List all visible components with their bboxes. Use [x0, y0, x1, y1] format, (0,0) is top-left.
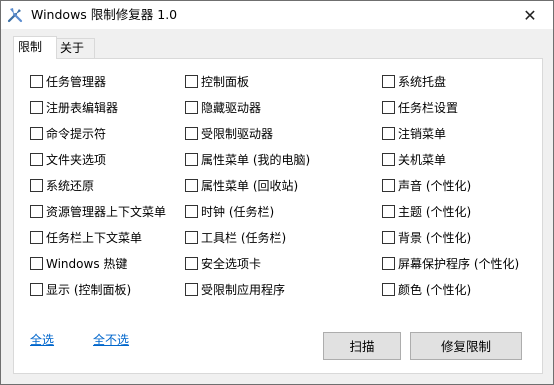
- restriction-checkbox[interactable]: 主题 (个性化): [382, 203, 471, 219]
- restriction-checkbox[interactable]: 注销菜单: [382, 125, 446, 141]
- checkbox-label: 系统托盘: [398, 74, 447, 89]
- restriction-checkbox[interactable]: 屏幕保护程序 (个性化): [382, 255, 519, 271]
- checkbox-box[interactable]: [30, 256, 43, 270]
- restriction-checkbox[interactable]: 工具栏 (任务栏): [185, 229, 286, 245]
- checkbox-label: 属性菜单 (回收站): [201, 178, 299, 193]
- checkbox-label: 任务栏设置: [398, 100, 459, 115]
- checkbox-box[interactable]: [30, 204, 43, 218]
- restriction-checkbox[interactable]: 系统托盘: [382, 73, 446, 89]
- select-all-link[interactable]: 全选: [30, 331, 54, 348]
- restriction-checkbox[interactable]: 命令提示符: [30, 125, 106, 141]
- checkbox-box[interactable]: [30, 152, 43, 166]
- select-none-link[interactable]: 全不选: [93, 331, 129, 348]
- checkbox-label: 属性菜单 (我的电脑): [201, 152, 311, 167]
- checkbox-box[interactable]: [382, 178, 395, 192]
- scan-button[interactable]: 扫描: [323, 332, 401, 360]
- checkbox-label: 控制面板: [201, 74, 250, 89]
- checkbox-label: 声音 (个性化): [398, 178, 472, 193]
- checkbox-box[interactable]: [185, 204, 198, 218]
- restriction-checkbox[interactable]: 文件夹选项: [30, 151, 106, 167]
- checkbox-box[interactable]: [382, 152, 395, 166]
- checkbox-box[interactable]: [382, 282, 395, 296]
- checkbox-label: 资源管理器上下文菜单: [46, 204, 167, 219]
- restriction-checkbox[interactable]: 时钟 (任务栏): [185, 203, 274, 219]
- tab-about[interactable]: 关于: [55, 38, 95, 58]
- restriction-checkbox[interactable]: Windows 热键: [30, 255, 127, 271]
- checkbox-box[interactable]: [185, 178, 198, 192]
- checkbox-box[interactable]: [382, 230, 395, 244]
- checkbox-label: 安全选项卡: [201, 256, 262, 271]
- checkbox-box[interactable]: [185, 282, 198, 296]
- checkbox-label: 命令提示符: [46, 126, 107, 141]
- checkbox-label: 时钟 (任务栏): [201, 204, 275, 219]
- checkbox-label: 受限制驱动器: [201, 126, 274, 141]
- restriction-checkbox[interactable]: 隐藏驱动器: [185, 99, 261, 115]
- restriction-checkbox[interactable]: 系统还原: [30, 177, 94, 193]
- restriction-checkbox[interactable]: 显示 (控制面板): [30, 281, 131, 297]
- checkbox-box[interactable]: [185, 100, 198, 114]
- checkbox-label: 屏幕保护程序 (个性化): [398, 256, 520, 271]
- restriction-checkbox[interactable]: 声音 (个性化): [382, 177, 471, 193]
- restriction-checkbox[interactable]: 受限制驱动器: [185, 125, 273, 141]
- checkbox-label: 工具栏 (任务栏): [201, 230, 287, 245]
- checkbox-box[interactable]: [30, 178, 43, 192]
- restriction-checkbox[interactable]: 背景 (个性化): [382, 229, 471, 245]
- checkbox-label: 注册表编辑器: [46, 100, 119, 115]
- restriction-checkbox[interactable]: 资源管理器上下文菜单: [30, 203, 166, 219]
- restriction-checkbox[interactable]: 关机菜单: [382, 151, 446, 167]
- close-button[interactable]: ✕: [507, 1, 553, 29]
- main-window: Windows 限制修复器 1.0 ✕ 限制 关于 全选 全不选 扫描 修复限制…: [0, 0, 554, 385]
- window-title: Windows 限制修复器 1.0: [31, 7, 178, 22]
- restriction-checkbox[interactable]: 属性菜单 (回收站): [185, 177, 298, 193]
- checkbox-label: 受限制应用程序: [201, 282, 286, 297]
- checkbox-box[interactable]: [30, 100, 43, 114]
- restriction-checkbox[interactable]: 颜色 (个性化): [382, 281, 471, 297]
- checkbox-box[interactable]: [185, 126, 198, 140]
- tab-restrictions[interactable]: 限制: [13, 36, 57, 59]
- checkbox-box[interactable]: [30, 126, 43, 140]
- restriction-checkbox[interactable]: 任务栏上下文菜单: [30, 229, 142, 245]
- checkbox-label: Windows 热键: [46, 256, 128, 271]
- restriction-checkbox[interactable]: 控制面板: [185, 73, 249, 89]
- close-icon: ✕: [523, 5, 537, 25]
- checkbox-box[interactable]: [382, 204, 395, 218]
- tools-icon: [7, 8, 23, 23]
- checkbox-label: 背景 (个性化): [398, 230, 472, 245]
- checkbox-label: 关机菜单: [398, 152, 447, 167]
- restriction-checkbox[interactable]: 属性菜单 (我的电脑): [185, 151, 310, 167]
- checkbox-box[interactable]: [382, 126, 395, 140]
- restriction-checkbox[interactable]: 受限制应用程序: [185, 281, 285, 297]
- checkbox-box[interactable]: [382, 256, 395, 270]
- checkbox-box[interactable]: [185, 74, 198, 88]
- checkbox-label: 隐藏驱动器: [201, 100, 262, 115]
- checkbox-box[interactable]: [382, 74, 395, 88]
- title-bar[interactable]: Windows 限制修复器 1.0 ✕: [1, 1, 553, 29]
- checkbox-label: 注销菜单: [398, 126, 447, 141]
- checkbox-box[interactable]: [185, 256, 198, 270]
- checkbox-label: 文件夹选项: [46, 152, 107, 167]
- restriction-checkbox[interactable]: 任务管理器: [30, 73, 106, 89]
- checkbox-box[interactable]: [185, 230, 198, 244]
- restriction-checkbox[interactable]: 任务栏设置: [382, 99, 458, 115]
- restriction-checkbox[interactable]: 注册表编辑器: [30, 99, 118, 115]
- restriction-checkbox[interactable]: 安全选项卡: [185, 255, 261, 271]
- checkbox-label: 主题 (个性化): [398, 204, 472, 219]
- checkbox-box[interactable]: [185, 152, 198, 166]
- checkbox-label: 任务管理器: [46, 74, 107, 89]
- repair-button[interactable]: 修复限制: [410, 332, 522, 360]
- checkbox-box[interactable]: [382, 100, 395, 114]
- checkbox-box[interactable]: [30, 230, 43, 244]
- checkbox-label: 颜色 (个性化): [398, 282, 472, 297]
- checkbox-label: 任务栏上下文菜单: [46, 230, 143, 245]
- checkbox-label: 系统还原: [46, 178, 95, 193]
- checkbox-box[interactable]: [30, 282, 43, 296]
- checkbox-label: 显示 (控制面板): [46, 282, 132, 297]
- checkbox-box[interactable]: [30, 74, 43, 88]
